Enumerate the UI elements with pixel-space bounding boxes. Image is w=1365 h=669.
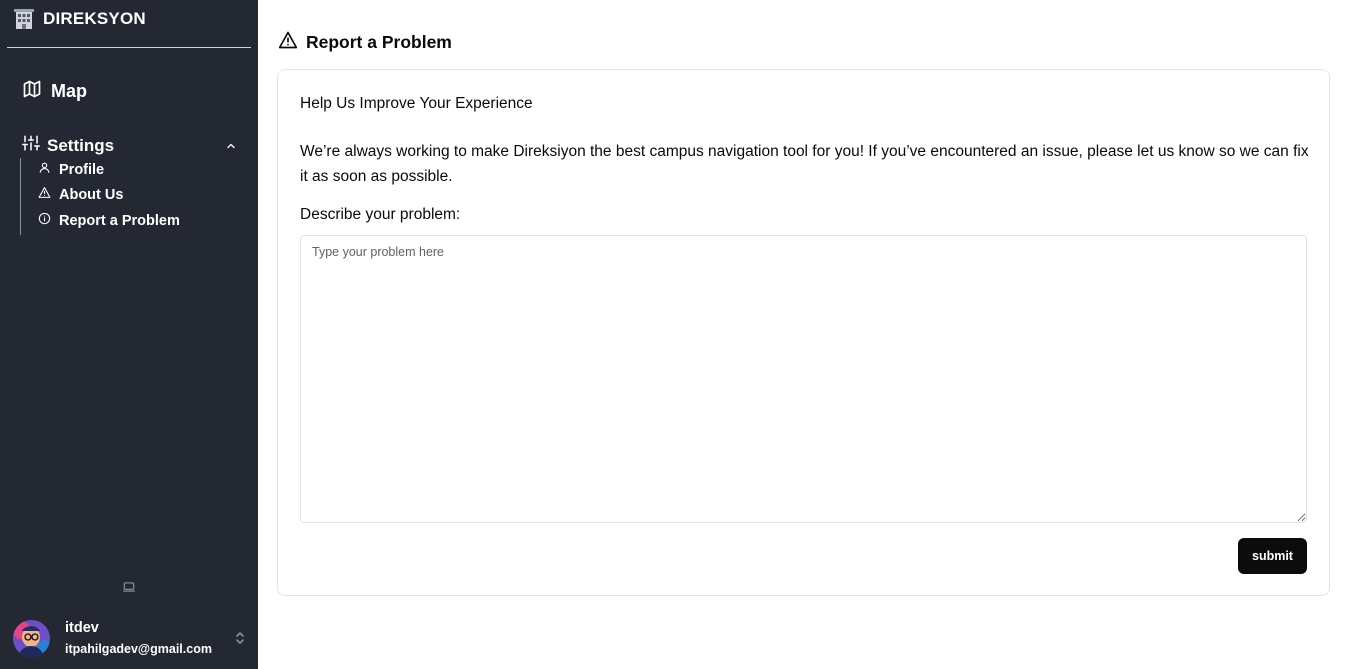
warning-icon	[278, 30, 298, 55]
card-heading: Help Us Improve Your Experience	[300, 95, 533, 112]
user-info: itdev itpahilgadev@gmail.com	[65, 619, 212, 658]
problem-textarea[interactable]	[300, 235, 1307, 523]
brand[interactable]: DIREKSYON	[14, 8, 146, 30]
sidebar: DIREKSYON Map Settings Profile About Us …	[0, 0, 258, 669]
page-title-text: Report a Problem	[306, 32, 452, 52]
sidebar-item-about-us[interactable]: About Us	[38, 186, 123, 204]
nav-settings-label: Settings	[47, 135, 115, 155]
nav-settings[interactable]: Settings	[22, 134, 237, 157]
sliders-icon	[22, 134, 40, 157]
nav-map-label: Map	[51, 81, 87, 101]
card-intro: We’re always working to make Direksiyon …	[300, 143, 1309, 185]
brand-divider	[7, 47, 251, 48]
laptop-icon[interactable]	[122, 581, 136, 593]
sidebar-item-label: Report a Problem	[59, 213, 180, 229]
chevrons-up-down-icon	[235, 631, 245, 645]
info-icon	[38, 212, 51, 230]
warning-icon	[38, 186, 51, 204]
map-icon	[22, 79, 42, 104]
page-title: Report a Problem	[278, 30, 452, 55]
sidebar-item-label: About Us	[59, 187, 124, 203]
user-name: itdev	[65, 619, 99, 636]
user-menu[interactable]: itdev itpahilgadev@gmail.com	[13, 619, 245, 657]
sidebar-item-label: Profile	[59, 162, 105, 178]
nav-map[interactable]: Map	[22, 79, 87, 104]
submit-button[interactable]: submit	[1238, 538, 1307, 574]
main-content: Report a Problem Help Us Improve Your Ex…	[258, 0, 1365, 669]
settings-submenu: Profile About Us Report a Problem	[20, 158, 240, 235]
building-icon	[14, 8, 34, 30]
sidebar-item-report-problem[interactable]: Report a Problem	[38, 212, 180, 230]
problem-label: Describe your problem:	[300, 206, 461, 223]
user-icon	[38, 161, 51, 179]
user-email: itpahilgadev@gmail.com	[65, 641, 212, 656]
report-card: Help Us Improve Your Experience We’re al…	[277, 69, 1330, 596]
sidebar-item-profile[interactable]: Profile	[38, 161, 104, 179]
chevron-up-icon[interactable]	[225, 140, 237, 152]
brand-name: DIREKSYON	[43, 9, 146, 28]
avatar	[13, 619, 50, 657]
